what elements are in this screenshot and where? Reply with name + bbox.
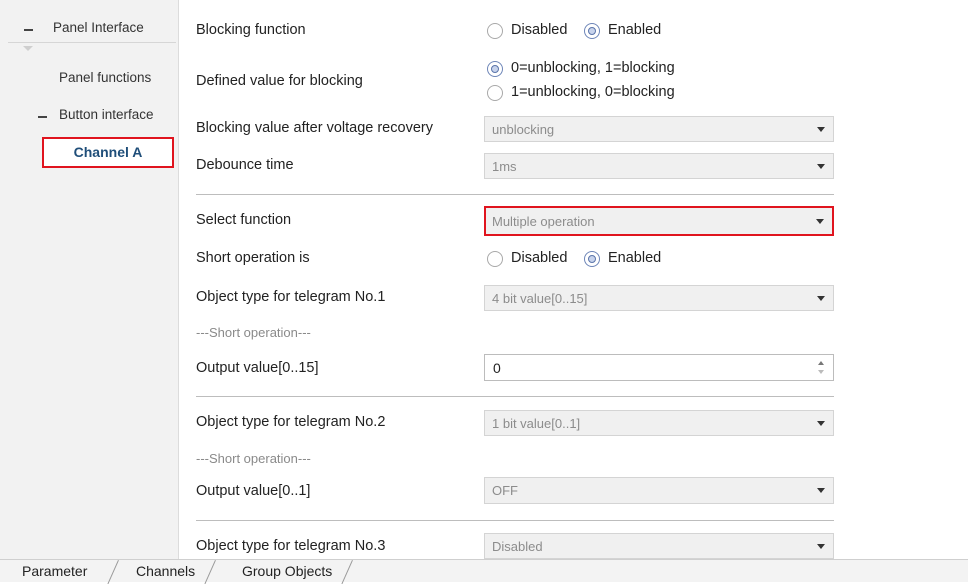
short-operation-disabled-radio[interactable] [487,251,503,267]
tab-separator [107,560,119,584]
tab-separator [204,560,216,584]
stepper-value: 0 [493,360,501,376]
section-divider [196,520,834,521]
select-function-label: Select function [196,212,292,228]
short-operation-section-label: ---Short operation--- [196,325,311,340]
select-function-dropdown[interactable]: Multiple operation [484,206,834,236]
tab-parameter[interactable]: Parameter [22,563,87,579]
tree-item-panel-interface[interactable]: Panel Interface [53,20,144,35]
blocking-disabled-radio[interactable] [487,23,503,39]
telegram2-type-label: Object type for telegram No.2 [196,414,386,430]
chevron-down-icon [817,296,825,301]
short-operation-enabled-label[interactable]: Enabled [608,250,661,266]
blocking-disabled-label[interactable]: Disabled [511,22,567,38]
debounce-time-dropdown[interactable]: 1ms [484,153,834,179]
short-operation-section-label: ---Short operation--- [196,451,311,466]
telegram2-type-dropdown[interactable]: 1 bit value[0..1] [484,410,834,436]
telegram3-type-dropdown[interactable]: Disabled [484,533,834,559]
parameter-tree: Panel Interface Panel functions Button i… [0,0,179,559]
dropdown-value: unblocking [492,122,555,137]
dropdown-value: 1ms [492,159,517,174]
blocking-function-label: Blocking function [196,22,306,38]
tree-item-channel-a[interactable]: Channel A [42,137,174,168]
telegram1-type-label: Object type for telegram No.1 [196,289,386,305]
chevron-down-icon [817,164,825,169]
dropdown-value: 4 bit value[0..15] [492,291,588,306]
dropdown-value: OFF [492,483,518,498]
telegram1-output-label: Output value[0..15] [196,360,319,376]
tree-divider [8,42,176,43]
defined-value-option-2-radio[interactable] [487,85,503,101]
blocking-enabled-label[interactable]: Enabled [608,22,661,38]
defined-value-option-1-label[interactable]: 0=unblocking, 1=blocking [511,60,675,76]
defined-value-label: Defined value for blocking [196,73,363,89]
debounce-time-label: Debounce time [196,157,294,173]
blocking-enabled-radio[interactable] [584,23,600,39]
chevron-down-icon [816,219,824,224]
stepper-up-icon[interactable] [818,361,824,365]
tree-item-panel-functions[interactable]: Panel functions [59,70,151,85]
blocking-recovery-dropdown[interactable]: unblocking [484,116,834,142]
tree-item-button-interface[interactable]: Button interface [59,107,154,122]
tab-separator [341,560,353,584]
chevron-down-icon [817,488,825,493]
dropdown-value: Multiple operation [492,214,595,229]
collapse-icon[interactable] [24,29,33,31]
chevron-down-icon [817,127,825,132]
chevron-down-icon [817,421,825,426]
defined-value-option-2-label[interactable]: 1=unblocking, 0=blocking [511,84,675,100]
chevron-down-icon [817,544,825,549]
dropdown-value: 1 bit value[0..1] [492,416,581,431]
collapse-icon[interactable] [38,116,47,118]
short-operation-label: Short operation is [196,250,310,266]
blocking-recovery-label: Blocking value after voltage recovery [196,120,433,136]
tab-bar: Parameter Channels Group Objects [0,559,968,584]
section-divider [196,396,834,397]
short-operation-disabled-label[interactable]: Disabled [511,250,567,266]
telegram1-type-dropdown[interactable]: 4 bit value[0..15] [484,285,834,311]
tab-channels[interactable]: Channels [136,563,195,579]
telegram2-output-label: Output value[0..1] [196,483,311,499]
short-operation-enabled-radio[interactable] [584,251,600,267]
tab-group-objects[interactable]: Group Objects [242,563,332,579]
telegram2-output-dropdown[interactable]: OFF [484,477,834,504]
section-divider [196,194,834,195]
stepper-down-icon[interactable] [818,370,824,374]
telegram1-output-stepper[interactable]: 0 [484,354,834,381]
defined-value-option-1-radio[interactable] [487,61,503,77]
dropdown-value: Disabled [492,539,543,554]
tree-caret-icon [23,46,33,51]
telegram3-type-label: Object type for telegram No.3 [196,538,386,554]
